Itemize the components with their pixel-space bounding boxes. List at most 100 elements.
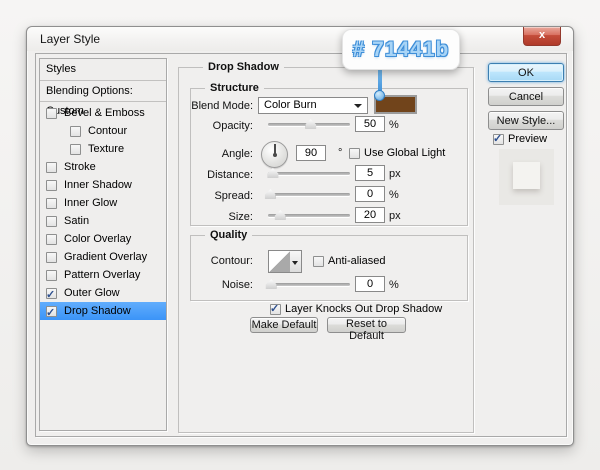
noise-input[interactable] (355, 276, 385, 292)
checkbox-drop-shadow[interactable] (46, 306, 57, 317)
sidebar-item-label: Contour (88, 122, 127, 140)
checkbox-inner-shadow[interactable] (46, 180, 57, 191)
sidebar-item-outer-glow[interactable]: Outer Glow (40, 284, 166, 302)
spread-slider[interactable] (268, 193, 350, 196)
sidebar-item-label: Texture (88, 140, 124, 158)
styles-header: Styles (40, 59, 166, 81)
quality-group: Quality Contour: Anti-aliased Noise: % (190, 235, 468, 301)
blend-mode-value: Color Burn (264, 99, 317, 111)
sidebar-item-label: Color Overlay (64, 230, 131, 248)
use-global-light-checkbox[interactable]: Use Global Light (349, 147, 445, 159)
ok-button[interactable]: OK (488, 63, 564, 82)
anti-aliased-checkbox[interactable]: Anti-aliased (313, 255, 385, 267)
sidebar-item-satin[interactable]: Satin (40, 212, 166, 230)
sidebar-item-contour[interactable]: Contour (40, 122, 166, 140)
sidebar-item-bevel-emboss[interactable]: Bevel & Emboss (40, 104, 166, 122)
contour-picker[interactable] (268, 250, 291, 273)
size-unit: px (389, 210, 401, 222)
contour-dropdown-button[interactable] (290, 250, 302, 273)
close-button[interactable]: x (523, 27, 561, 46)
noise-slider[interactable] (268, 283, 350, 286)
checkbox-outer-glow[interactable] (46, 288, 57, 299)
layer-knockout-label: Layer Knocks Out Drop Shadow (285, 303, 442, 315)
preview-checkbox[interactable]: Preview (493, 133, 547, 145)
structure-title: Structure (205, 82, 264, 94)
sidebar-item-label: Drop Shadow (64, 302, 131, 320)
size-slider[interactable] (268, 214, 350, 217)
spread-slider-thumb[interactable] (265, 189, 276, 199)
sidebar-item-color-overlay[interactable]: Color Overlay (40, 230, 166, 248)
checkbox-stroke[interactable] (46, 162, 57, 173)
color-hex-text: # 71441b (353, 38, 450, 62)
distance-slider-thumb[interactable] (267, 168, 278, 178)
sidebar-item-stroke[interactable]: Stroke (40, 158, 166, 176)
angle-input[interactable] (296, 145, 326, 161)
checkbox-bevel-emboss[interactable] (46, 108, 57, 119)
checkbox-color-overlay[interactable] (46, 234, 57, 245)
sidebar-item-drop-shadow[interactable]: Drop Shadow (40, 302, 166, 320)
drop-shadow-panel: Drop Shadow Structure Blend Mode: Color … (178, 67, 474, 433)
size-label: Size: (191, 211, 253, 223)
sidebar-item-label: Inner Shadow (64, 176, 132, 194)
spread-label: Spread: (191, 190, 253, 202)
angle-label: Angle: (191, 148, 253, 160)
angle-unit: ° (338, 147, 342, 159)
styles-sidebar: Styles Blending Options: Custom Bevel & … (39, 58, 167, 431)
layer-style-dialog: Layer Style x Styles Blending Options: C… (26, 26, 574, 446)
layer-knockout-checkbox[interactable]: Layer Knocks Out Drop Shadow (270, 303, 442, 315)
checkbox-gradient-overlay[interactable] (46, 252, 57, 263)
distance-input[interactable] (355, 165, 385, 181)
preview-label: Preview (508, 133, 547, 145)
reset-to-default-button[interactable]: Reset to Default (327, 317, 406, 333)
new-style-button[interactable]: New Style... (488, 111, 564, 130)
checkbox-contour[interactable] (70, 126, 81, 137)
spread-unit: % (389, 189, 399, 201)
size-slider-thumb[interactable] (275, 210, 286, 220)
size-input[interactable] (355, 207, 385, 223)
chevron-down-icon (292, 261, 298, 265)
cancel-button[interactable]: Cancel (488, 87, 564, 106)
spread-input[interactable] (355, 186, 385, 202)
distance-slider[interactable] (268, 172, 350, 175)
checkbox-satin[interactable] (46, 216, 57, 227)
opacity-label: Opacity: (191, 120, 253, 132)
checkbox-inner-glow[interactable] (46, 198, 57, 209)
sidebar-item-gradient-overlay[interactable]: Gradient Overlay (40, 248, 166, 266)
noise-slider-thumb[interactable] (266, 279, 277, 289)
sidebar-item-pattern-overlay[interactable]: Pattern Overlay (40, 266, 166, 284)
color-hex-tooltip: # 71441b (342, 29, 460, 70)
use-global-light-label: Use Global Light (364, 147, 445, 159)
use-global-light-box[interactable] (349, 148, 360, 159)
sidebar-item-label: Bevel & Emboss (64, 104, 145, 122)
preview-box[interactable] (493, 134, 504, 145)
structure-group: Structure Blend Mode: Color Burn Opacity… (190, 88, 468, 226)
sidebar-item-label: Pattern Overlay (64, 266, 140, 284)
make-default-button[interactable]: Make Default (250, 317, 318, 333)
sidebar-item-label: Stroke (64, 158, 96, 176)
anti-aliased-label: Anti-aliased (328, 255, 385, 267)
angle-center-dot (273, 153, 277, 157)
blend-mode-dropdown[interactable]: Color Burn (258, 97, 368, 114)
sidebar-item-label: Inner Glow (64, 194, 117, 212)
contour-label: Contour: (191, 255, 253, 267)
layer-knockout-box[interactable] (270, 304, 281, 315)
sidebar-item-blending-options[interactable]: Blending Options: Custom (40, 81, 166, 102)
anti-aliased-box[interactable] (313, 256, 324, 267)
sidebar-item-inner-shadow[interactable]: Inner Shadow (40, 176, 166, 194)
close-icon: x (539, 29, 545, 41)
checkbox-pattern-overlay[interactable] (46, 270, 57, 281)
noise-label: Noise: (191, 279, 253, 291)
sidebar-item-inner-glow[interactable]: Inner Glow (40, 194, 166, 212)
dialog-title: Layer Style (40, 32, 100, 46)
chevron-down-icon (354, 104, 362, 108)
opacity-slider[interactable] (268, 123, 350, 126)
opacity-input[interactable] (355, 116, 385, 132)
sidebar-item-texture[interactable]: Texture (40, 140, 166, 158)
distance-unit: px (389, 168, 401, 180)
checkbox-texture[interactable] (70, 144, 81, 155)
title-bar[interactable]: Layer Style x (27, 27, 573, 51)
opacity-slider-thumb[interactable] (305, 119, 316, 129)
sidebar-item-label: Gradient Overlay (64, 248, 147, 266)
angle-dial[interactable] (261, 141, 288, 168)
tooltip-pointer-ball (374, 90, 385, 101)
